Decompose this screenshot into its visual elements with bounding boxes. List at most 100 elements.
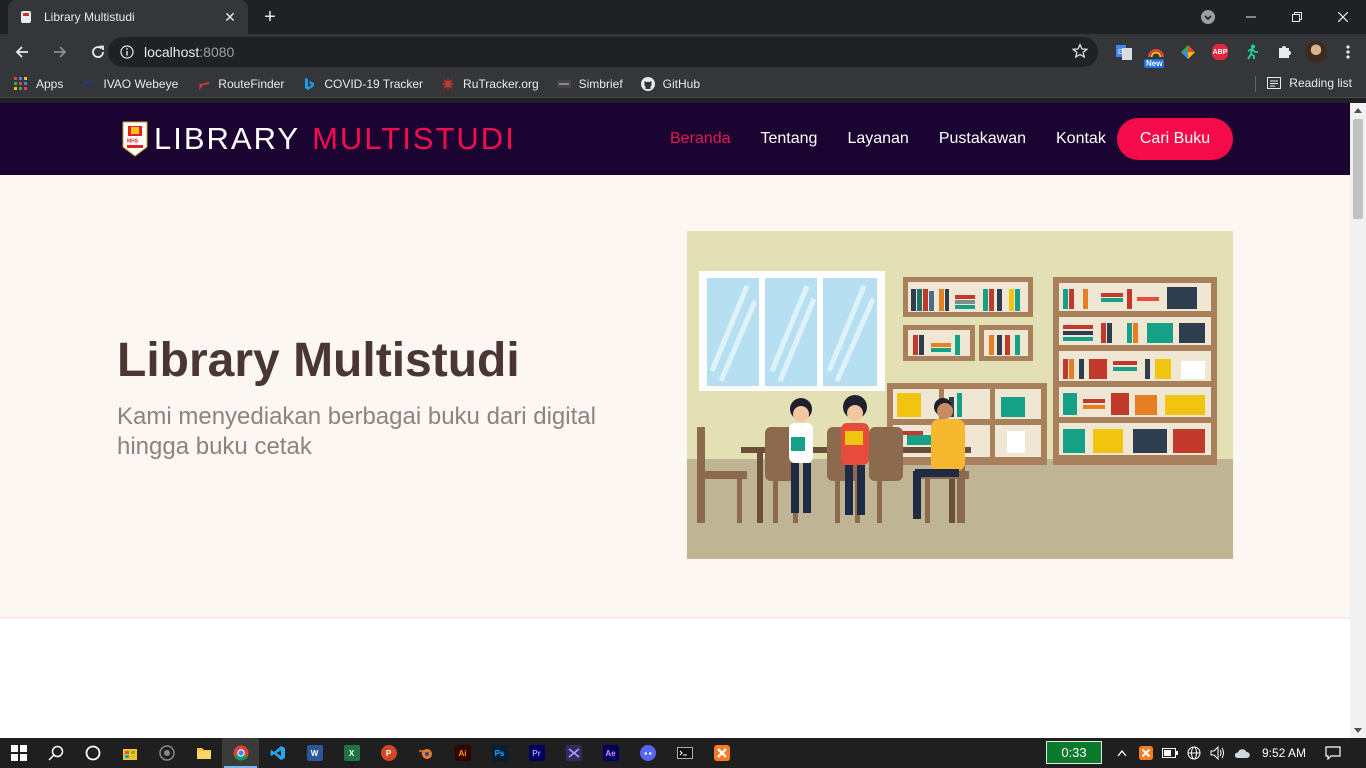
taskbar-powerpoint[interactable]: P <box>370 738 407 768</box>
taskbar-after-effects[interactable]: Ae <box>592 738 629 768</box>
color-extension[interactable] <box>1172 38 1204 66</box>
bookmarks-bar: Apps IVAO Webeye RouteFinder COVID-19 Tr… <box>0 70 1366 98</box>
bookmark-label: IVAO Webeye <box>103 76 179 91</box>
tray-xampp[interactable] <box>1134 738 1158 768</box>
cortana-button[interactable] <box>74 738 111 768</box>
chevron-up-icon <box>1117 749 1127 757</box>
tray-volume[interactable] <box>1206 738 1230 768</box>
plane-icon <box>197 81 210 89</box>
hero-subtitle: Kami menyediakan berbagai buku dari digi… <box>117 403 596 460</box>
scroll-up-arrow-icon[interactable] <box>1354 108 1362 113</box>
taskbar-blender[interactable] <box>407 738 444 768</box>
vscode-icon <box>270 746 285 760</box>
brand-text-accent: MULTISTUDI <box>312 121 516 156</box>
timer-widget[interactable]: 0:33 <box>1046 741 1102 764</box>
logo-text: MHS <box>127 139 139 145</box>
close-window-button[interactable] <box>1320 2 1366 32</box>
nav-kontak[interactable]: Kontak <box>1056 130 1106 148</box>
excel-icon: X <box>343 745 360 761</box>
translate-icon: G <box>1116 45 1132 60</box>
tab-search-button[interactable] <box>1188 0 1228 34</box>
new-tab-button[interactable]: + <box>258 6 282 28</box>
scroll-down-arrow-icon[interactable] <box>1354 728 1362 733</box>
taskbar-github-desktop[interactable] <box>148 738 185 768</box>
tray-overflow-button[interactable] <box>1110 738 1134 768</box>
chrome-icon <box>233 745 248 761</box>
taskbar-premiere[interactable]: Pr <box>518 738 555 768</box>
nav-pustakawan[interactable]: Pustakawan <box>939 130 1026 148</box>
abp-label: ABP <box>1212 48 1228 56</box>
taskbar-terminal[interactable] <box>666 738 703 768</box>
bookmark-star-icon[interactable] <box>1072 43 1088 59</box>
bookmark-apps[interactable]: Apps <box>14 76 63 91</box>
extensions-menu-button[interactable] <box>1268 38 1300 66</box>
nav-tentang[interactable]: Tentang <box>761 130 818 148</box>
profile-button[interactable] <box>1300 38 1332 66</box>
taskbar-xampp[interactable] <box>703 738 740 768</box>
runner-extension[interactable] <box>1236 38 1268 66</box>
new-badge: New <box>1144 59 1165 68</box>
photoshop-icon: Ps <box>491 745 508 761</box>
page-scrollbar[interactable] <box>1350 103 1366 738</box>
arrow-left-icon <box>15 46 28 58</box>
taskbar-clock[interactable]: 9:52 AM <box>1254 738 1314 768</box>
bookmark-rutracker[interactable]: RuTracker.org <box>441 76 539 91</box>
address-bar[interactable]: localhost:8080 <box>108 37 1098 67</box>
taskbar-store[interactable] <box>111 738 148 768</box>
extensions-area: G New ABP <box>1108 38 1364 68</box>
reading-list-button[interactable]: Reading list <box>1267 76 1352 90</box>
page-viewport: MHS LIBRARY MULTISTUDI Beranda Tentang L… <box>0 103 1350 738</box>
windows-taskbar: W X P Ai Ps Pr Ae 0:33 9:52 AM <box>0 738 1366 768</box>
rainbow-icon <box>1148 49 1164 58</box>
restore-button[interactable] <box>1274 2 1320 32</box>
forward-button[interactable] <box>44 36 76 68</box>
rainbow-extension[interactable]: New <box>1140 38 1172 68</box>
nav-beranda[interactable]: Beranda <box>670 130 731 148</box>
taskbar-chrome[interactable] <box>222 738 259 768</box>
bookmark-simbrief[interactable]: Simbrief <box>556 77 623 91</box>
nav-layanan[interactable]: Layanan <box>847 130 908 148</box>
tray-battery[interactable] <box>1158 738 1182 768</box>
site-navbar: MHS LIBRARY MULTISTUDI Beranda Tentang L… <box>0 103 1350 175</box>
browser-tab-active[interactable]: Library Multistudi ✕ <box>8 0 248 34</box>
google-translate-extension[interactable]: G <box>1108 38 1140 66</box>
after-effects-icon: Ae <box>602 745 619 761</box>
tray-network[interactable] <box>1182 738 1206 768</box>
system-tray <box>1110 738 1254 768</box>
brand[interactable]: MHS LIBRARY MULTISTUDI <box>122 121 516 157</box>
notification-center-button[interactable] <box>1318 738 1348 768</box>
tab-close-icon[interactable]: ✕ <box>222 9 238 26</box>
xampp-tray-icon <box>1139 746 1153 760</box>
taskbar-vscode[interactable] <box>259 738 296 768</box>
bookmark-ivao-webeye[interactable]: IVAO Webeye <box>81 77 178 91</box>
avatar <box>1305 41 1327 63</box>
minimize-button[interactable] <box>1228 2 1274 32</box>
bing-icon <box>305 77 315 90</box>
taskbar-discord[interactable] <box>629 738 666 768</box>
back-button[interactable] <box>6 36 38 68</box>
browser-tabstrip: Library Multistudi ✕ + <box>0 0 1366 34</box>
taskbar-illustrator[interactable]: Ai <box>444 738 481 768</box>
taskbar-photoshop[interactable]: Ps <box>481 738 518 768</box>
start-button[interactable] <box>0 738 37 768</box>
bookmark-github[interactable]: GitHub <box>640 76 700 91</box>
cari-buku-button[interactable]: Cari Buku <box>1117 118 1233 160</box>
taskbar-visual-studio[interactable] <box>555 738 592 768</box>
taskbar-word[interactable]: W <box>296 738 333 768</box>
site-info-icon[interactable] <box>120 45 134 59</box>
bookmark-routefinder[interactable]: RouteFinder <box>196 77 284 91</box>
chrome-menu-button[interactable] <box>1332 38 1364 66</box>
bookmark-covid-tracker[interactable]: COVID-19 Tracker <box>302 77 423 91</box>
taskbar-search-button[interactable] <box>37 738 74 768</box>
adblock-plus-extension[interactable]: ABP <box>1204 38 1236 66</box>
arrow-right-icon <box>54 46 67 58</box>
tray-onedrive[interactable] <box>1230 738 1254 768</box>
scrollbar-thumb[interactable] <box>1353 119 1363 219</box>
taskbar-excel[interactable]: X <box>333 738 370 768</box>
ivao-icon <box>81 80 95 87</box>
store-icon <box>122 749 137 760</box>
taskbar-file-explorer[interactable] <box>185 738 222 768</box>
premiere-icon: Pr <box>528 745 545 761</box>
chevron-down-circle-icon <box>1201 10 1215 24</box>
visual-studio-icon <box>565 745 582 761</box>
